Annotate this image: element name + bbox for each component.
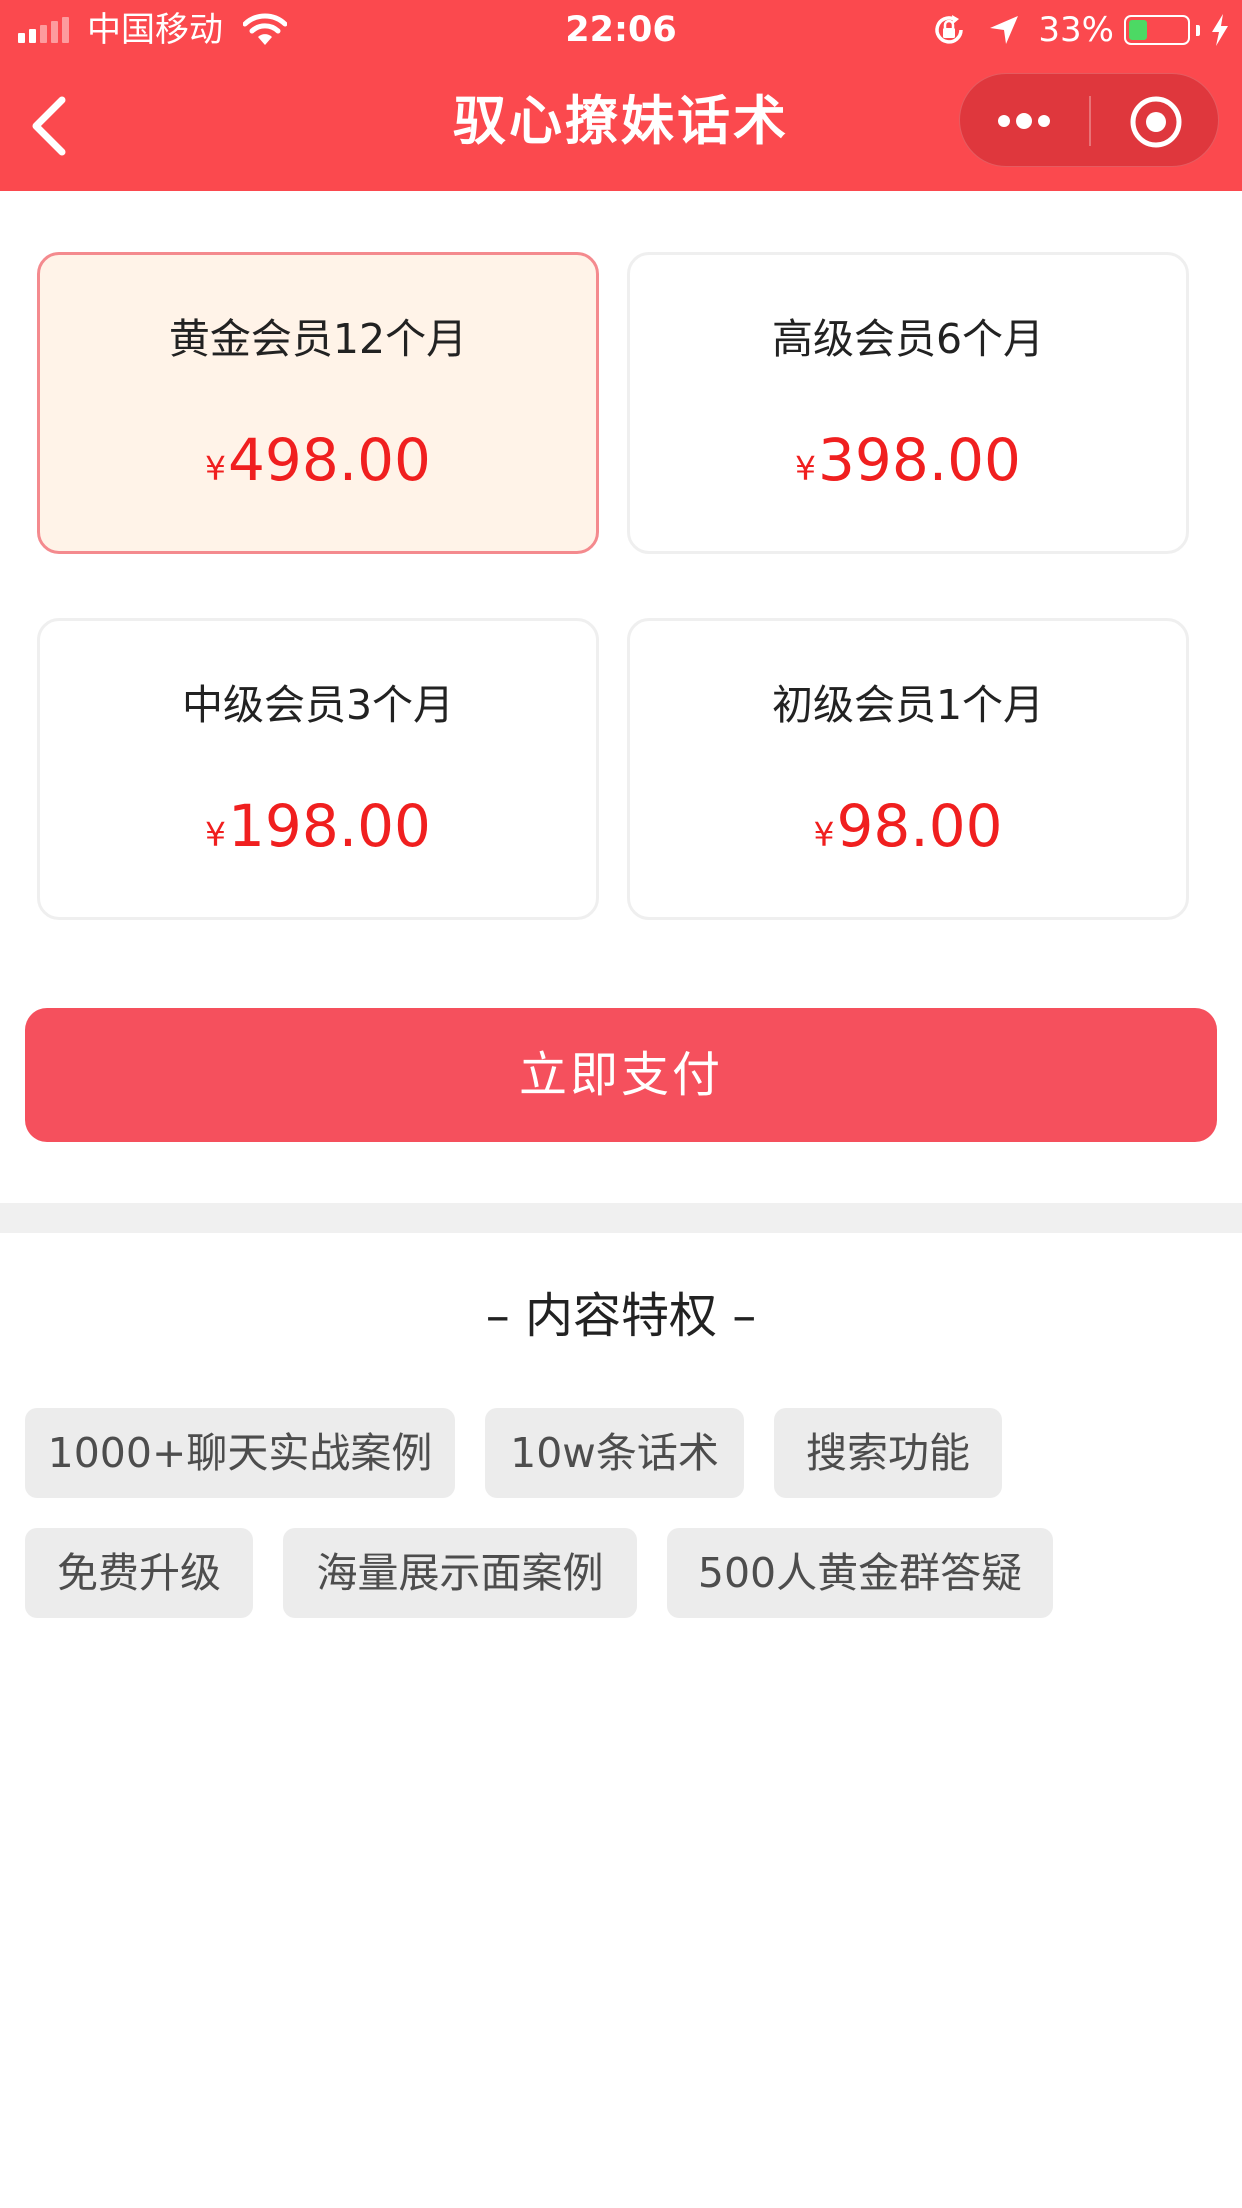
price-value: 498.00 <box>228 426 431 494</box>
price-value: 98.00 <box>836 792 1003 860</box>
privilege-tag: 海量展示面案例 <box>283 1528 637 1618</box>
privilege-tag: 搜索功能 <box>774 1408 1002 1498</box>
rotation-lock-icon <box>935 15 964 44</box>
privileges-title: – 内容特权 – <box>485 1288 757 1344</box>
plan-name: 高级会员6个月 <box>771 315 1045 363</box>
plan-price: ¥398.00 <box>630 427 1186 502</box>
battery-percent: 33% <box>1038 10 1114 50</box>
plan-price: ¥498.00 <box>40 427 596 502</box>
currency-symbol: ¥ <box>205 815 227 854</box>
price-value: 398.00 <box>818 426 1021 494</box>
pay-now-button[interactable]: 立即支付 <box>25 1008 1217 1142</box>
privilege-tag: 500人黄金群答疑 <box>667 1528 1053 1618</box>
privilege-tag: 免费升级 <box>25 1528 253 1618</box>
plan-name: 中级会员3个月 <box>181 681 455 729</box>
price-value: 198.00 <box>228 792 431 860</box>
currency-symbol: ¥ <box>795 449 817 488</box>
privilege-tag: 1000+聊天实战案例 <box>25 1408 455 1498</box>
more-dots-icon[interactable] <box>990 101 1060 141</box>
mini-program-capsule <box>959 73 1219 167</box>
privilege-tag: 10w条话术 <box>485 1408 744 1498</box>
location-arrow-icon <box>990 16 1019 44</box>
currency-symbol: ¥ <box>813 815 835 854</box>
header: 中国移动 22:06 33% 驭心撩妹话术 <box>0 0 1242 191</box>
battery-icon <box>1124 15 1190 45</box>
plan-price: ¥98.00 <box>630 793 1186 868</box>
currency-symbol: ¥ <box>205 449 227 488</box>
section-divider <box>0 1203 1242 1233</box>
plan-card-gold-12-months[interactable]: 黄金会员12个月 ¥498.00 <box>37 252 599 554</box>
plan-card-mid-3-months[interactable]: 中级会员3个月 ¥198.00 <box>37 618 599 920</box>
plan-card-basic-1-month[interactable]: 初级会员1个月 ¥98.00 <box>627 618 1189 920</box>
target-icon[interactable] <box>1128 94 1184 150</box>
charging-bolt-icon <box>1212 14 1228 46</box>
battery-cap <box>1196 24 1200 36</box>
nav-bar: 驭心撩妹话术 <box>0 60 1242 191</box>
plan-card-senior-6-months[interactable]: 高级会员6个月 ¥398.00 <box>627 252 1189 554</box>
plan-price: ¥198.00 <box>40 793 596 868</box>
status-bar: 中国移动 22:06 33% <box>0 0 1242 60</box>
plan-name: 黄金会员12个月 <box>168 315 468 363</box>
plan-name: 初级会员1个月 <box>771 681 1045 729</box>
capsule-divider <box>1089 96 1091 146</box>
